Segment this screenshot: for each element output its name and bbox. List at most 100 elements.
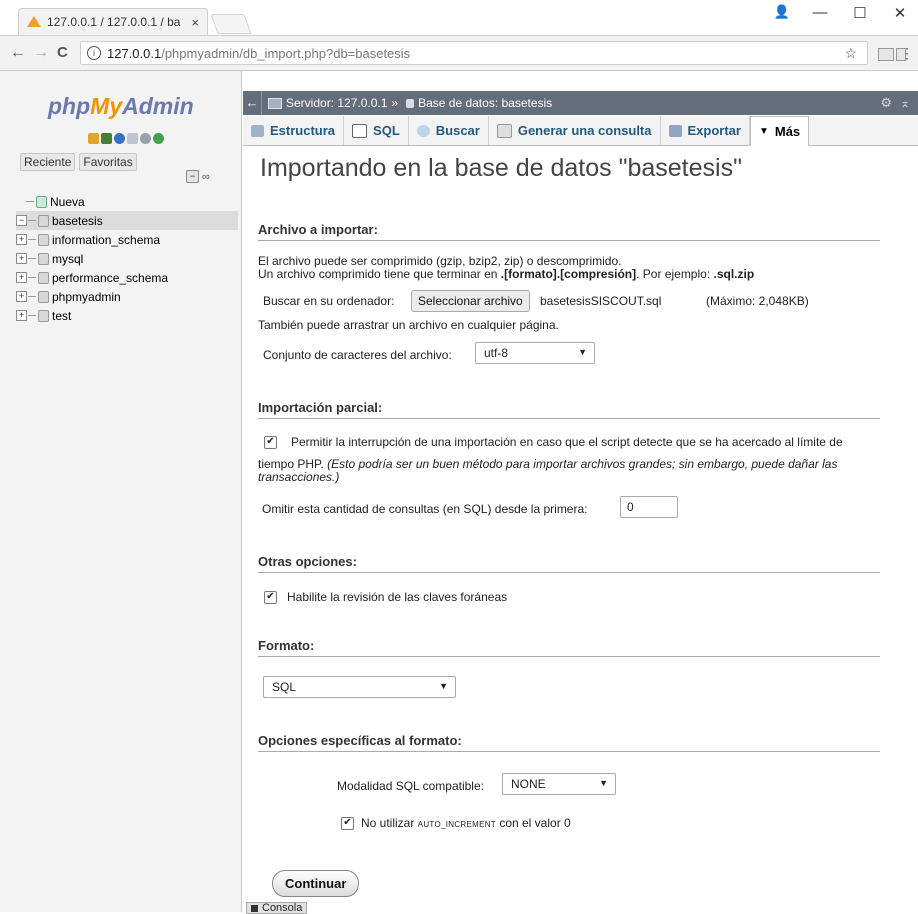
tab-favorites[interactable]: Favoritas	[79, 153, 137, 171]
tab-buscar[interactable]: Buscar	[409, 116, 489, 145]
reload-icon[interactable]: C	[57, 44, 68, 61]
tab-close-icon[interactable]: ×	[191, 15, 199, 30]
docs-icon[interactable]	[127, 133, 138, 144]
section-other-heading: Otras opciones:	[258, 554, 880, 573]
expand-icon[interactable]: +	[16, 310, 27, 321]
search-icon	[416, 124, 430, 137]
tree-line	[28, 239, 36, 240]
query-icon	[496, 123, 512, 138]
home-icon[interactable]	[88, 133, 99, 144]
collapse-all-icon[interactable]: −	[186, 170, 199, 183]
expand-icon[interactable]: +	[16, 253, 27, 264]
interrupt-text: tiempo PHP.	[258, 457, 328, 471]
tab-estructura[interactable]: Estructura	[243, 116, 345, 145]
tree-controls: − ∞	[186, 170, 210, 183]
tree-item-new[interactable]: Nueva	[16, 192, 238, 211]
breadcrumb-server[interactable]: Servidor: 127.0.0.1	[286, 96, 387, 110]
forward-arrow-icon[interactable]: →	[33, 44, 49, 62]
expand-icon[interactable]: +	[16, 272, 27, 283]
tab-label: Exportar	[687, 123, 741, 138]
maximize-button[interactable]: ☐	[840, 4, 880, 22]
skip-queries-input[interactable]: 0	[620, 496, 678, 518]
breadcrumb: ← Servidor: 127.0.0.1 » Base de datos: b…	[243, 91, 918, 115]
tree-item-information-schema[interactable]: + information_schema	[16, 230, 238, 249]
settings-icon[interactable]	[140, 133, 151, 144]
tree-line	[28, 296, 36, 297]
tree-item-test[interactable]: + test	[16, 306, 238, 325]
choose-file-button[interactable]: Seleccionar archivo	[411, 290, 530, 312]
foreign-key-label: Habilite la revisión de las claves forán…	[287, 590, 508, 604]
navigation-panel: phpMyAdmin Reciente Favoritas − ∞ Nueva …	[0, 71, 242, 912]
tree-item-label: basetesis	[52, 213, 103, 228]
phpmyadmin-logo[interactable]: phpMyAdmin	[48, 93, 194, 120]
close-window-button[interactable]: ✕	[880, 4, 918, 22]
browse-label: Buscar en su ordenador:	[263, 294, 395, 308]
tree-item-phpmyadmin[interactable]: + phpmyadmin	[16, 287, 238, 306]
foreign-key-checkbox[interactable]: ✔	[264, 591, 277, 604]
file-description-2: Un archivo comprimido tiene que terminar…	[258, 267, 754, 281]
section-format-options-heading: Opciones específicas al formato:	[258, 733, 880, 752]
dropdown-arrow-icon: ▼	[439, 681, 448, 691]
tree-item-performance-schema[interactable]: + performance_schema	[16, 268, 238, 287]
extension-cast-icon[interactable]	[878, 48, 894, 61]
url-host: 127.0.0.1	[107, 45, 162, 61]
continue-button[interactable]: Continuar	[272, 870, 360, 897]
no-auto-increment-checkbox[interactable]: ✔	[341, 817, 354, 830]
tab-exportar[interactable]: Exportar	[661, 116, 750, 145]
autoinc-code: AUTO_INCREMENT	[417, 820, 496, 829]
format-select[interactable]: SQL ▼	[263, 676, 456, 698]
logo-php: php	[48, 93, 91, 119]
allow-interrupt-label-2: tiempo PHP. (Esto podría ser un buen mét…	[258, 457, 837, 471]
browser-tab-title: 127.0.0.1 / 127.0.0.1 / ba	[47, 15, 181, 29]
tab-label: SQL	[373, 123, 400, 138]
site-info-icon[interactable]: i	[87, 46, 101, 60]
collapse-nav-arrow-icon[interactable]: ←	[243, 91, 262, 115]
database-icon	[38, 271, 49, 284]
tree-item-basetesis[interactable]: − basetesis	[16, 211, 238, 230]
back-arrow-icon[interactable]: ←	[10, 44, 26, 62]
database-icon	[38, 290, 49, 303]
tab-sql[interactable]: SQL	[344, 116, 409, 145]
tab-generar-consulta[interactable]: Generar una consulta	[489, 116, 661, 145]
tree-item-label: performance_schema	[52, 270, 169, 285]
bookmark-star-icon[interactable]: ☆	[844, 45, 857, 62]
logout-icon[interactable]	[101, 133, 112, 144]
minimize-button[interactable]: —	[800, 4, 840, 21]
url-input[interactable]: i 127.0.0.1/phpmyadmin/db_import.php?db=…	[80, 41, 868, 65]
desc-format: .[formato].[compresión]	[500, 267, 637, 281]
sql-compat-value: NONE	[511, 777, 546, 791]
expand-icon[interactable]: +	[16, 234, 27, 245]
collapse-icon[interactable]: −	[16, 215, 27, 226]
browser-tab[interactable]: 127.0.0.1 / 127.0.0.1 / ba ×	[18, 8, 208, 35]
gear-icon[interactable]: ⚙	[880, 95, 892, 111]
allow-interrupt-checkbox[interactable]: ✔	[264, 436, 277, 449]
database-icon	[38, 233, 49, 246]
sql-compat-select[interactable]: NONE ▼	[502, 773, 616, 795]
reload-nav-icon[interactable]	[153, 133, 164, 144]
console-icon	[251, 904, 258, 912]
max-size: (Máximo: 2,048KB)	[706, 294, 809, 308]
expand-icon[interactable]: +	[16, 291, 27, 302]
account-icon[interactable]: 👤	[762, 4, 802, 20]
section-format-heading: Formato:	[258, 638, 880, 657]
autoinc-text: No utilizar	[361, 816, 418, 830]
collapse-top-icon[interactable]: ⌅	[900, 96, 910, 110]
dropdown-arrow-icon: ▼	[578, 347, 587, 357]
tree-line	[28, 220, 36, 221]
help-icon[interactable]	[114, 133, 125, 144]
link-with-main-icon[interactable]: ∞	[202, 171, 210, 183]
tab-recent[interactable]: Reciente	[20, 153, 76, 171]
chevron-down-icon: ▼	[758, 125, 769, 137]
browser-menu-icon[interactable]: ⋮	[900, 45, 914, 62]
charset-select[interactable]: utf-8 ▼	[475, 342, 595, 364]
browser-tab-strip: 127.0.0.1 / 127.0.0.1 / ba × 👤 — ☐ ✕	[0, 0, 918, 35]
tab-label: Más	[774, 123, 801, 139]
tab-mas[interactable]: ▼ Más	[749, 116, 810, 146]
console-toggle[interactable]: Consola	[246, 902, 308, 914]
breadcrumb-database[interactable]: Base de datos: basetesis	[418, 96, 552, 110]
file-description-1: El archivo puede ser comprimido (gzip, b…	[258, 254, 622, 268]
new-tab-button[interactable]	[210, 14, 252, 34]
tree-item-mysql[interactable]: + mysql	[16, 249, 238, 268]
drag-drop-hint: También puede arrastrar un archivo en cu…	[258, 318, 559, 332]
main-tabs: Estructura SQL Buscar Generar una consul…	[243, 116, 918, 146]
